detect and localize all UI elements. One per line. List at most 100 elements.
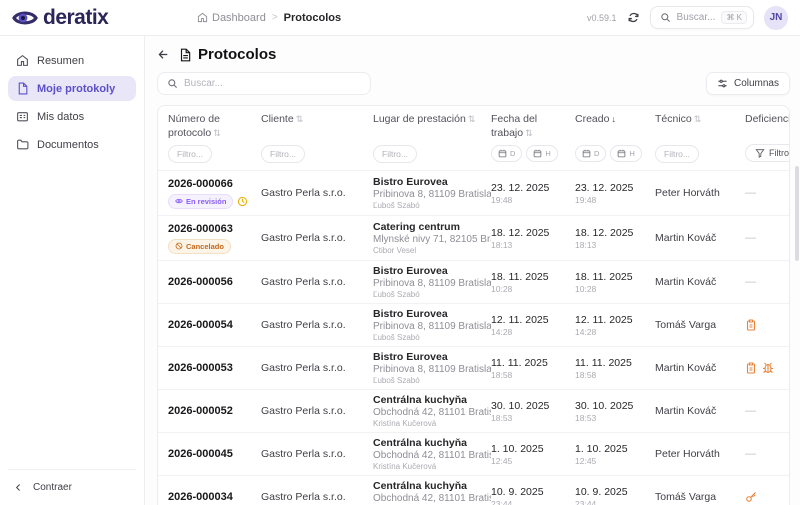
no-deficiencies-dash: —	[745, 276, 756, 288]
work-time: 14:28	[491, 327, 575, 337]
work-date: 12. 11. 2025	[491, 314, 575, 326]
status-badge-review: En revisión	[168, 194, 233, 209]
deficiencies-filter-button[interactable]: Filtro	[745, 144, 790, 162]
column-header-protocol[interactable]: Número de protocolo⇅	[168, 113, 261, 140]
table-search-input[interactable]: Buscar...	[157, 72, 371, 95]
protocol-number: 2026-000053	[168, 362, 261, 374]
table-row[interactable]: 2026-000054 Gastro Perla s.r.o. Bistro E…	[158, 303, 789, 346]
column-header-client[interactable]: Cliente⇅	[261, 113, 373, 127]
collapse-sidebar-button[interactable]: Contraer	[8, 478, 136, 497]
table-row[interactable]: 2026-000056 Gastro Perla s.r.o. Bistro E…	[158, 260, 789, 303]
table-row[interactable]: 2026-000063 Cancelado Gastro Perla s.r.o…	[158, 215, 789, 260]
global-search[interactable]: Buscar... ⌘ K	[650, 6, 754, 29]
scrollbar[interactable]	[795, 166, 799, 261]
protocol-number: 2026-000052	[168, 405, 261, 417]
client-name: Gastro Perla s.r.o.	[261, 448, 373, 460]
technician-name: Martin Kováč	[655, 405, 745, 417]
work-time: 12:45	[491, 456, 575, 466]
created-date: 10. 9. 2025	[575, 486, 655, 498]
topbar-actions: v0.59.1 Buscar... ⌘ K JN	[587, 6, 788, 30]
technician-name: Martin Kováč	[655, 362, 745, 374]
sidebar-item-documentos[interactable]: Documentos	[8, 132, 136, 157]
table-row[interactable]: 2026-000045 Gastro Perla s.r.o. Centráln…	[158, 432, 789, 475]
place-contact: Kristína Kučerová	[373, 419, 491, 428]
brand-logo[interactable]: deratix	[12, 6, 145, 30]
column-header-place[interactable]: Lugar de prestación⇅	[373, 113, 491, 127]
client-name: Gastro Perla s.r.o.	[261, 362, 373, 374]
search-icon	[167, 78, 178, 89]
brand-eye-icon	[12, 8, 38, 28]
place-address: Pribinova 8, 81109 Bratislava	[373, 321, 491, 332]
table-search-placeholder: Buscar...	[184, 78, 223, 89]
place-contact: Ľuboš Szabó	[373, 290, 491, 299]
work-date-from-picker[interactable]: D	[491, 145, 522, 162]
document-icon	[178, 48, 192, 62]
refresh-icon[interactable]	[627, 11, 640, 24]
work-date: 11. 11. 2025	[491, 357, 575, 369]
technician-name: Tomáš Varga	[655, 319, 745, 331]
table-row[interactable]: 2026-000053 Gastro Perla s.r.o. Bistro E…	[158, 346, 789, 389]
work-date: 18. 12. 2025	[491, 227, 575, 239]
columns-button-label: Columnas	[734, 78, 779, 89]
work-time: 19:48	[491, 195, 575, 205]
document-icon	[16, 82, 29, 95]
protocols-table: Número de protocolo⇅ Cliente⇅ Lugar de p…	[157, 105, 790, 505]
sidebar-item-mis-datos[interactable]: Mis datos	[8, 104, 136, 129]
sidebar-item-resumen[interactable]: Resumen	[8, 48, 136, 73]
protocol-number: 2026-000045	[168, 448, 261, 460]
breadcrumb-dashboard[interactable]: Dashboard	[197, 12, 266, 24]
work-date: 18. 11. 2025	[491, 271, 575, 283]
no-deficiencies-dash: —	[745, 405, 756, 417]
column-header-work-date[interactable]: Fecha del trabajo⇅	[491, 113, 575, 140]
place-name: Bistro Eurovea	[373, 265, 491, 277]
column-header-deficiencies[interactable]: Deficiencias	[745, 113, 790, 127]
place-address: Pribinova 8, 81109 Bratislava	[373, 189, 491, 200]
protocol-number: 2026-000034	[168, 491, 261, 503]
created-from-picker[interactable]: D	[575, 145, 606, 162]
sliders-icon	[717, 78, 728, 89]
avatar[interactable]: JN	[764, 6, 788, 30]
status-badge-cancelled: Cancelado	[168, 239, 231, 254]
created-date: 1. 10. 2025	[575, 443, 655, 455]
calendar-icon	[582, 149, 591, 158]
client-name: Gastro Perla s.r.o.	[261, 232, 373, 244]
table-row[interactable]: 2026-000066 En revisión Gastro Perla s.r…	[158, 170, 789, 215]
clipboard-icon	[745, 362, 757, 374]
global-search-placeholder: Buscar...	[677, 12, 716, 23]
column-header-technician[interactable]: Técnico⇅	[655, 113, 745, 127]
filter-input-protocol[interactable]: Filtro...	[168, 145, 212, 163]
filter-input-technician[interactable]: Filtro...	[655, 145, 699, 163]
home-icon	[16, 54, 29, 67]
columns-button[interactable]: Columnas	[706, 72, 790, 95]
sidebar-item-moje-protokoly[interactable]: Moje protokoly	[8, 76, 136, 101]
created-date: 12. 11. 2025	[575, 314, 655, 326]
work-time: 18:13	[491, 240, 575, 250]
table-filter-row: Filtro... Filtro... Filtro... D H	[158, 144, 789, 170]
bug-icon	[762, 362, 774, 374]
table-row[interactable]: 2026-000034 Gastro Perla s.r.o. Centráln…	[158, 475, 789, 505]
back-button[interactable]	[157, 48, 170, 61]
table-row[interactable]: 2026-000052 Gastro Perla s.r.o. Centráln…	[158, 389, 789, 432]
client-name: Gastro Perla s.r.o.	[261, 405, 373, 417]
filter-input-client[interactable]: Filtro...	[261, 145, 305, 163]
column-header-created[interactable]: Creado↓	[575, 113, 655, 127]
place-name: Catering centrum	[373, 221, 491, 233]
created-time: 10:28	[575, 284, 655, 294]
work-date-to-picker[interactable]: H	[526, 145, 557, 162]
place-name: Centrálna kuchyňa	[373, 480, 491, 492]
sort-icon: ⇅	[468, 114, 476, 124]
place-name: Bistro Eurovea	[373, 351, 491, 363]
created-date-filters: D H	[575, 145, 655, 162]
sort-icon: ⇅	[525, 128, 533, 138]
work-time: 18:58	[491, 370, 575, 380]
created-to-picker[interactable]: H	[610, 145, 641, 162]
calendar-icon	[533, 149, 542, 158]
protocol-number: 2026-000063	[168, 223, 261, 235]
filter-input-place[interactable]: Filtro...	[373, 145, 417, 163]
folder-icon	[16, 138, 29, 151]
clipboard-icon	[745, 319, 757, 331]
created-time: 19:48	[575, 195, 655, 205]
work-date: 10. 9. 2025	[491, 486, 575, 498]
created-date: 11. 11. 2025	[575, 357, 655, 369]
sort-desc-icon: ↓	[611, 114, 616, 124]
